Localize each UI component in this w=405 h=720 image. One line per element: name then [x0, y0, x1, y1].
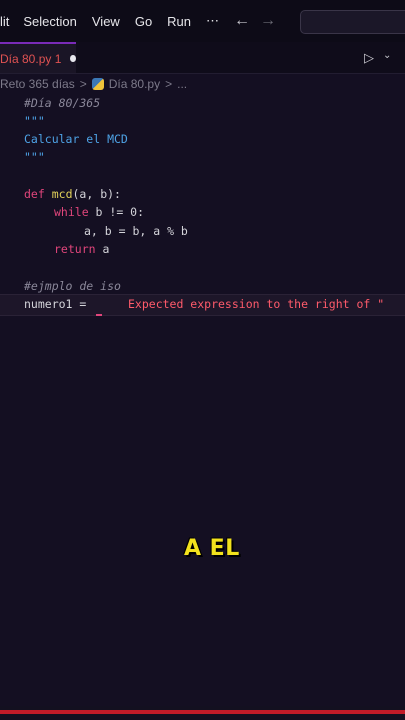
keyword-return: return: [54, 242, 96, 256]
run-play-icon[interactable]: ▷: [364, 50, 374, 66]
breadcrumb-separator: >: [165, 77, 173, 91]
breadcrumb: Reto 365 días > Día 80.py > ...: [0, 74, 405, 94]
code-line-8[interactable]: a, b = b, a % b: [84, 222, 188, 240]
breadcrumb-separator: >: [79, 77, 87, 91]
return-value: a: [95, 242, 110, 256]
breadcrumb-file[interactable]: Día 80.py: [109, 77, 160, 91]
forward-arrow-icon[interactable]: →: [260, 12, 276, 30]
code-line-3[interactable]: Calcular el MCD: [24, 130, 128, 148]
function-name: mcd: [51, 187, 73, 201]
unsaved-dot-icon[interactable]: [70, 55, 76, 62]
back-arrow-icon[interactable]: ←: [234, 12, 250, 30]
python-file-icon: [91, 78, 104, 90]
command-center-search[interactable]: [300, 10, 405, 34]
menu-go[interactable]: Go: [135, 14, 152, 29]
menu-bar: lit Selection View Go Run ⋯ ← →: [0, 0, 405, 42]
inline-error-message: Expected expression to the right of ": [128, 297, 385, 311]
tab-label: Día 80.py 1: [0, 51, 62, 66]
menu-view[interactable]: View: [92, 14, 120, 29]
breadcrumb-symbols[interactable]: ...: [177, 77, 187, 91]
code-line-12[interactable]: numero1 =: [24, 295, 86, 313]
function-params: (a, b):: [72, 187, 121, 201]
while-condition: b != 0:: [88, 205, 145, 219]
code-line-11[interactable]: #ejmplo de iso: [24, 277, 121, 295]
chevron-down-icon[interactable]: ⌄: [383, 50, 391, 61]
video-progress-bar[interactable]: [0, 710, 405, 714]
code-line-4[interactable]: """: [24, 148, 45, 166]
keyword-def: def: [24, 187, 45, 201]
tab-bar: Día 80.py 1 ▷ ⌄: [0, 42, 405, 74]
menu-more[interactable]: ⋯: [206, 13, 219, 29]
error-squiggle: [96, 311, 102, 316]
code-line-7[interactable]: while b != 0:: [54, 203, 144, 221]
menu-selection[interactable]: Selection: [23, 14, 76, 29]
video-caption: A EL: [184, 536, 240, 561]
keyword-while: while: [54, 205, 89, 219]
menu-run[interactable]: Run: [167, 14, 191, 29]
menu-edit[interactable]: lit: [0, 14, 9, 29]
breadcrumb-folder[interactable]: Reto 365 días: [0, 77, 75, 91]
code-line-9[interactable]: return a: [54, 240, 109, 258]
code-line-6[interactable]: def mcd(a, b):: [24, 185, 121, 203]
editor-tab-dia80[interactable]: Día 80.py 1: [0, 42, 76, 73]
code-line-1[interactable]: #Día 80/365: [24, 94, 100, 112]
code-line-2[interactable]: """: [24, 112, 45, 130]
